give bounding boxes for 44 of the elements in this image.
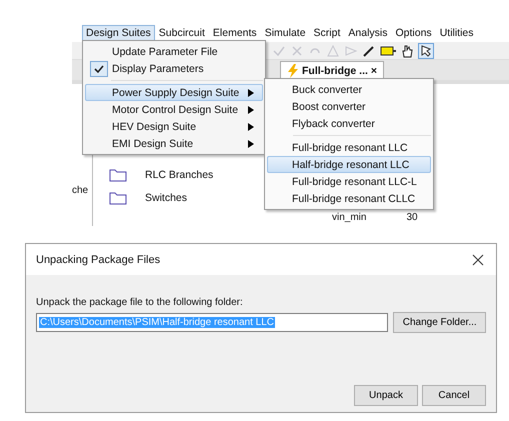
menu-entry[interactable]: HEV Design Suite — [85, 118, 263, 135]
menu-entry[interactable]: Display Parameters — [85, 60, 263, 77]
dialog-title: Unpacking Package Files — [36, 254, 160, 266]
dialog-button[interactable]: Unpack — [354, 385, 418, 406]
menu-entry[interactable]: Full-bridge resonant LLC — [267, 139, 431, 156]
pencil-icon[interactable] — [362, 44, 376, 58]
table-cell: 30 — [406, 212, 418, 223]
submenu-arrow-icon — [248, 88, 254, 96]
prompt-text: Unpack the package file to the following folder: — [36, 297, 244, 308]
label-icon[interactable] — [380, 44, 396, 58]
menu-entry[interactable]: Buck converter — [267, 81, 431, 98]
lightning-icon — [287, 64, 299, 78]
menu-item[interactable]: Subcircuit — [154, 25, 209, 42]
close-icon[interactable] — [472, 254, 484, 266]
folder-icon — [109, 191, 127, 205]
menu-item[interactable]: Utilities — [436, 25, 478, 42]
menu-entry[interactable]: Full-bridge resonant LLC-L — [267, 173, 431, 190]
submenu-arrow-icon — [248, 122, 254, 130]
pointer-icon[interactable] — [418, 42, 434, 58]
menu-entry[interactable]: Boost converter — [267, 98, 431, 115]
menu-entry[interactable]: Power Supply Design Suite — [85, 84, 263, 101]
close-tab-button[interactable]: × — [370, 65, 378, 77]
submenu-arrow-icon — [248, 106, 254, 114]
menu-entry[interactable]: Flyback converter — [267, 115, 431, 132]
table-cell: vin_min — [332, 212, 366, 223]
folder-name[interactable]: RLC Branches — [145, 169, 214, 181]
menu-item[interactable]: Options — [392, 25, 436, 42]
tree-label: che — [72, 185, 88, 196]
menu-entry[interactable]: Half-bridge resonant LLC — [267, 156, 431, 173]
folder-icon — [109, 168, 127, 182]
submenu-arrow-icon — [248, 140, 254, 148]
menu-entry[interactable]: Motor Control Design Suite — [85, 101, 263, 118]
menu-entry[interactable]: Update Parameter File — [85, 43, 263, 60]
folder-name[interactable]: Switches — [145, 192, 188, 204]
change-folder-button[interactable]: Change Folder... — [393, 312, 486, 333]
dialog-button[interactable]: Cancel — [422, 385, 486, 406]
check-icon[interactable] — [272, 44, 286, 58]
menu-item[interactable]: Elements — [208, 25, 261, 42]
menu-entry[interactable]: Full-bridge resonant CLLC — [267, 190, 431, 207]
menu-entry[interactable]: EMI Design Suite — [85, 135, 263, 152]
menu-item[interactable]: Script — [310, 25, 344, 42]
hand-icon[interactable] — [400, 44, 414, 58]
menu-item[interactable]: Analysis — [344, 25, 392, 42]
menu-item[interactable]: Simulate — [260, 25, 310, 42]
